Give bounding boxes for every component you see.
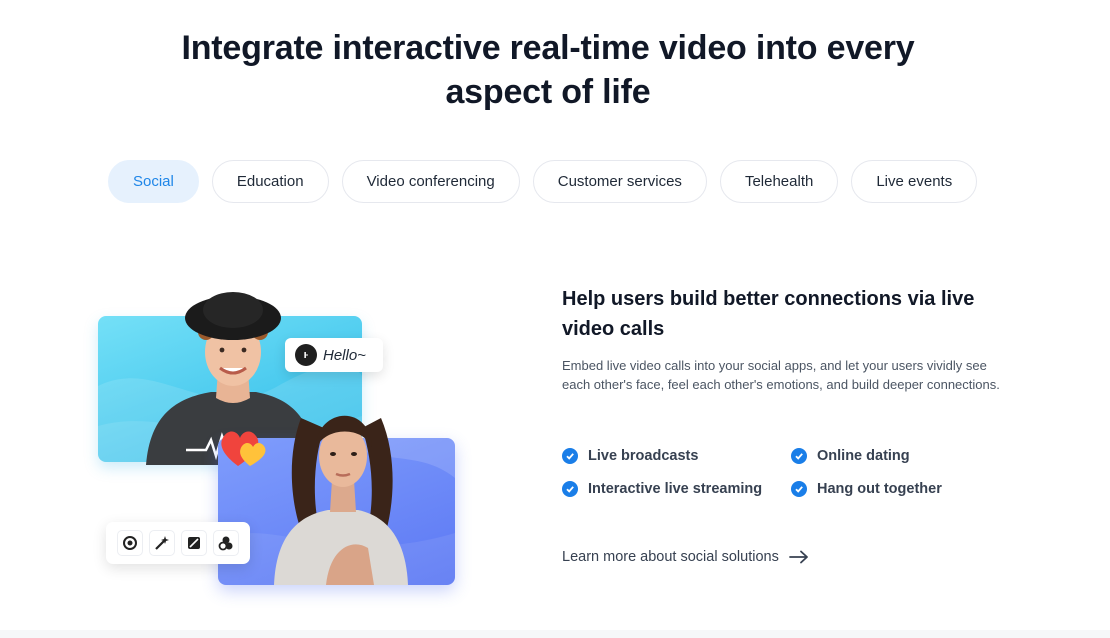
effects-icon[interactable]	[213, 530, 239, 556]
feature-item: Online dating	[791, 448, 910, 464]
feature-item: Hang out together	[791, 481, 942, 497]
feature-item: Live broadcasts	[562, 448, 698, 464]
section-divider	[0, 630, 1110, 638]
hello-text: Hello~	[323, 346, 366, 364]
camera-flip-icon[interactable]	[117, 530, 143, 556]
feature-label: Live broadcasts	[588, 448, 699, 464]
section-description: Embed live video calls into your social …	[562, 358, 1000, 392]
tab-social[interactable]: Social	[108, 160, 199, 203]
feature-item: Interactive live streaming	[562, 481, 762, 497]
social-illustration: ⱶ Hello~	[96, 290, 466, 590]
video-effects-toolbar	[106, 522, 250, 564]
check-circle-icon	[791, 481, 807, 497]
check-circle-icon	[791, 448, 807, 464]
solution-tabs: Social Education Video conferencing Cust…	[108, 160, 978, 203]
feature-label: Hang out together	[817, 481, 942, 497]
section-title: Help users build better connections via …	[562, 288, 975, 340]
headline-line-1: Integrate interactive real-time video in…	[181, 29, 915, 67]
tab-video-conferencing[interactable]: Video conferencing	[341, 160, 520, 203]
chat-face-icon: ⱶ	[295, 344, 317, 366]
tab-telehealth[interactable]: Telehealth	[719, 160, 839, 203]
check-circle-icon	[562, 448, 578, 464]
learn-more-label: Learn more about social solutions	[562, 549, 779, 565]
page-headline: Integrate interactive real-time video in…	[0, 26, 1096, 114]
hello-chat-bubble: ⱶ Hello~	[285, 338, 383, 372]
feature-list: Live broadcasts Online dating Interactiv…	[562, 446, 982, 506]
arrow-right-icon	[788, 550, 808, 564]
filter-icon[interactable]	[181, 530, 207, 556]
feature-label: Interactive live streaming	[588, 481, 763, 497]
person-woman-figure	[274, 415, 408, 585]
tab-customer-services[interactable]: Customer services	[532, 160, 707, 203]
check-circle-icon	[562, 481, 578, 497]
feature-label: Online dating	[817, 448, 910, 464]
headline-line-2: aspect of life	[445, 73, 651, 111]
beauty-wand-icon[interactable]	[149, 530, 175, 556]
hearts-icon	[221, 431, 266, 466]
social-solution-content: Help users build better connections via …	[562, 284, 1012, 394]
tab-education[interactable]: Education	[211, 160, 329, 203]
tab-live-events[interactable]: Live events	[851, 160, 978, 203]
learn-more-link[interactable]: Learn more about social solutions	[562, 549, 809, 565]
